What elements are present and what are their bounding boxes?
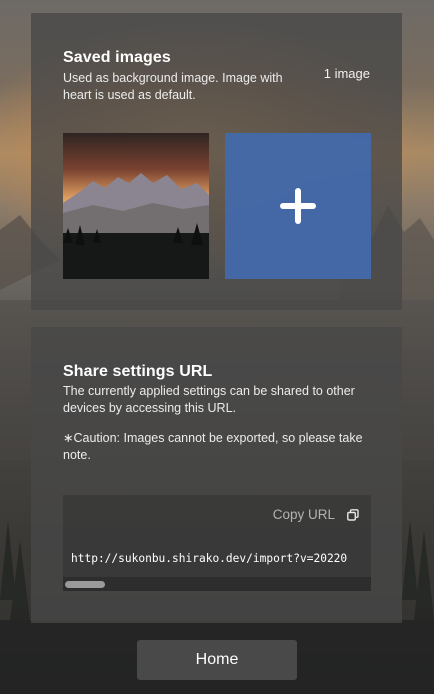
copy-url-label: Copy URL — [272, 507, 335, 522]
copy-icon — [347, 508, 359, 521]
scrollbar-thumb[interactable] — [65, 581, 105, 588]
share-settings-title: Share settings URL — [63, 363, 213, 380]
copy-url-button[interactable]: Copy URL — [273, 507, 359, 522]
horizontal-scrollbar[interactable] — [63, 577, 371, 591]
plus-icon — [280, 188, 316, 224]
saved-images-title: Saved images — [63, 49, 171, 66]
saved-images-panel: Saved images Used as background image. I… — [31, 13, 402, 310]
add-image-button[interactable] — [225, 133, 371, 279]
share-settings-description: The currently applied settings can be sh… — [63, 384, 355, 415]
url-box: Copy URL http://sukonbu.shirako.dev/impo… — [63, 495, 371, 591]
mountain-sunset-image — [63, 133, 209, 279]
share-url-text[interactable]: http://sukonbu.shirako.dev/import?v=2022… — [71, 552, 347, 565]
saved-images-description: Used as background image. Image with hea… — [63, 71, 283, 102]
image-count: 1 image — [323, 66, 370, 81]
share-settings-panel: Share settings URL The currently applied… — [31, 327, 402, 623]
url-scroll-area[interactable]: http://sukonbu.shirako.dev/import?v=2022… — [63, 545, 371, 591]
saved-image-thumbnail[interactable] — [63, 133, 209, 279]
caution-note: ∗Caution: Images cannot be exported, so … — [63, 431, 363, 462]
home-button[interactable]: Home — [137, 640, 297, 680]
